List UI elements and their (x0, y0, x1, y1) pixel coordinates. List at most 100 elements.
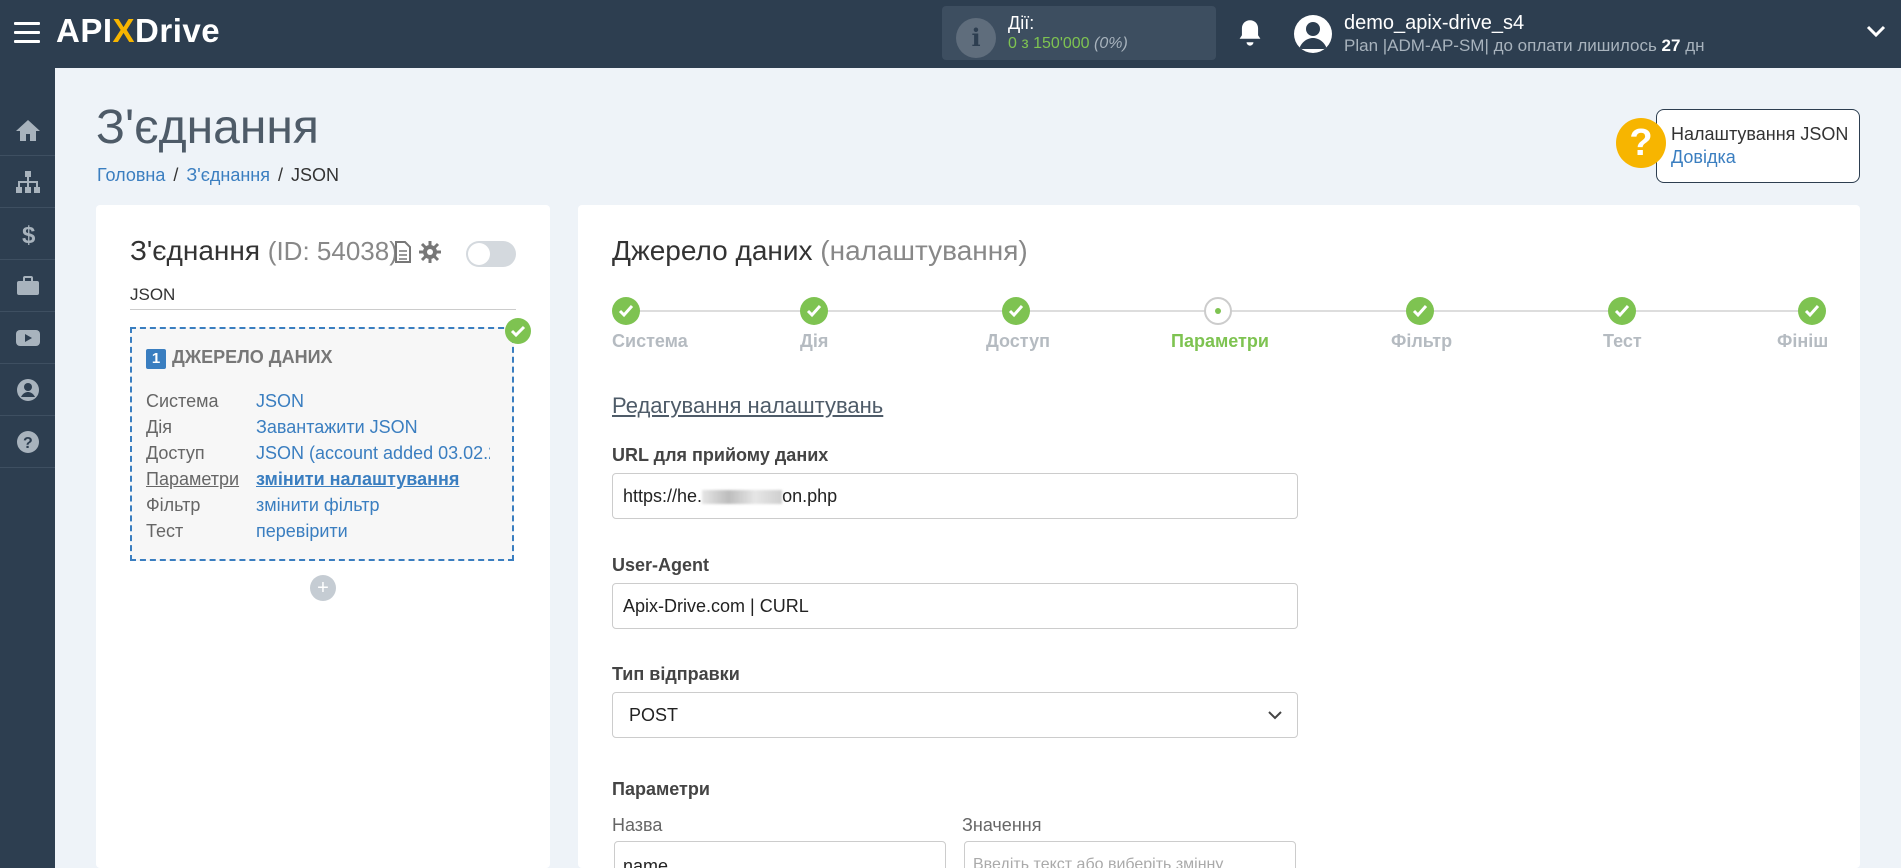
sidebar-item-help[interactable]: ? (0, 416, 55, 468)
top-bar: APIXDrive i Дії: 0 з 150'000 (0%) demo_a… (0, 0, 1901, 68)
logo-text-right: Drive (135, 12, 221, 49)
menu-icon[interactable] (14, 22, 40, 44)
row-key: Дія (146, 417, 172, 437)
param-name-label: Назва (612, 815, 663, 835)
sidebar-item-connections[interactable] (0, 156, 55, 208)
actions-count-value: 0 з 150'000 (1008, 35, 1090, 52)
info-icon: i (956, 18, 996, 58)
send-type-label: Тип відправки (612, 664, 740, 684)
row-value[interactable]: JSON (account added 03.02.2 (256, 443, 490, 464)
url-label: URL для прийому даних (612, 445, 829, 465)
settings-title-suffix: (налаштування) (820, 235, 1028, 266)
row-value[interactable]: змінити налаштування (256, 469, 490, 490)
step-label-params[interactable]: Параметри (1171, 331, 1269, 352)
sidebar-item-video[interactable] (0, 312, 55, 364)
step-dot-test[interactable] (1608, 297, 1636, 325)
bell-icon[interactable] (1236, 18, 1264, 48)
url-input[interactable]: https://he. on.php (612, 473, 1298, 519)
row-value[interactable]: Завантажити JSON (256, 417, 490, 438)
logo-text-left: API (56, 12, 113, 49)
param-name-input[interactable]: name (614, 841, 946, 868)
sidebar-item-billing[interactable]: $ (0, 208, 55, 260)
chevron-down-icon[interactable] (1866, 24, 1886, 38)
breadcrumb-separator: / (173, 165, 179, 185)
breadcrumb-connections[interactable]: З'єднання (186, 165, 270, 185)
row-value[interactable]: JSON (256, 391, 490, 412)
document-icon[interactable] (394, 241, 412, 263)
actions-count: 0 з 150'000 (0%) (1008, 35, 1128, 53)
home-icon (16, 120, 40, 141)
check-icon (1614, 305, 1630, 318)
user-name[interactable]: demo_apix-drive_s4 (1344, 12, 1524, 35)
check-icon (1008, 305, 1024, 318)
page-title: З'єднання (96, 101, 319, 154)
avatar[interactable] (1294, 15, 1332, 53)
actions-counter[interactable]: i Дії: 0 з 150'000 (0%) (942, 6, 1216, 60)
help-link[interactable]: Довідка (1671, 147, 1736, 168)
connection-title-text: З'єднання (130, 235, 261, 266)
step-dot-finish[interactable] (1798, 297, 1826, 325)
step-dot-filter[interactable] (1406, 297, 1434, 325)
send-type-select[interactable]: POST (612, 692, 1298, 738)
user-plan: Plan |ADM-AP-SM| до оплати лишилось 27 д… (1344, 36, 1705, 56)
url-value-end: on.php (782, 486, 838, 506)
step-label-test[interactable]: Тест (1603, 331, 1642, 352)
connection-name[interactable]: JSON (130, 285, 516, 310)
sidebar-item-home[interactable] (0, 104, 55, 156)
plan-prefix: Plan |ADM-AP-SM| до оплати лишилось (1344, 36, 1662, 55)
user-agent-label: User-Agent (612, 555, 710, 575)
user-icon (17, 379, 39, 401)
data-source-block[interactable]: 1 ДЖЕРЕЛО ДАНИХ Система JSON Дія Завантажит… (130, 327, 514, 561)
breadcrumb: Головна / З'єднання / JSON (97, 165, 339, 186)
step-dot-access[interactable] (1002, 297, 1030, 325)
step-dot-system[interactable] (612, 297, 640, 325)
source-number-badge: 1 (146, 349, 166, 369)
check-circle-icon (505, 318, 531, 344)
settings-card: Джерело даних (налаштування) Система Дія… (578, 205, 1860, 868)
question-icon[interactable]: ? (1616, 118, 1666, 168)
user-agent-input[interactable]: Apix-Drive.com | CURL (612, 583, 1298, 629)
breadcrumb-home[interactable]: Головна (97, 165, 165, 185)
sidebar-item-account[interactable] (0, 364, 55, 416)
settings-title: Джерело даних (налаштування) (612, 235, 1028, 267)
step-dot-params[interactable] (1204, 297, 1232, 325)
step-label-system[interactable]: Система (612, 331, 688, 352)
add-block-button[interactable]: + (310, 575, 336, 601)
send-type-value: POST (629, 705, 679, 725)
briefcase-icon (17, 276, 39, 295)
param-value-input[interactable]: Введіть текст або виберіть змінну (964, 841, 1296, 868)
check-icon (1804, 305, 1820, 318)
check-icon (1412, 305, 1428, 318)
breadcrumb-current: JSON (291, 165, 340, 185)
gear-icon[interactable] (418, 240, 442, 264)
step-label-access[interactable]: Доступ (986, 331, 1050, 352)
check-icon (618, 305, 634, 318)
logo[interactable]: APIXDrive (56, 12, 220, 50)
actions-label: Дії: (1008, 13, 1035, 33)
row-key: Доступ (146, 443, 205, 463)
plan-suffix: дн (1680, 36, 1705, 55)
source-header-text: ДЖЕРЕЛО ДАНИХ (172, 347, 333, 367)
row-value[interactable]: змінити фільтр (256, 495, 490, 516)
connection-card: З'єднання (ID: 54038) JSON 1 ДЖЕРЕЛО ДАНИ… (96, 205, 550, 868)
row-key: Фільтр (146, 495, 201, 515)
settings-title-text: Джерело даних (612, 235, 813, 266)
section-title: Редагування налаштувань (612, 393, 884, 418)
help-box[interactable]: Налаштування JSON Довідка (1656, 109, 1860, 183)
step-label-filter[interactable]: Фільтр (1391, 331, 1452, 352)
sidebar-item-services[interactable] (0, 260, 55, 312)
connection-toggle[interactable] (466, 241, 516, 267)
connection-id: (ID: 54038) (267, 236, 398, 266)
row-key: Параметри (146, 469, 240, 489)
step-dot-action[interactable] (800, 297, 828, 325)
help-icon: ? (17, 431, 39, 453)
help-title: Налаштування JSON (1671, 124, 1849, 144)
breadcrumb-separator: / (277, 165, 283, 185)
step-label-action[interactable]: Дія (800, 331, 828, 352)
chevron-down-icon (1268, 711, 1282, 720)
check-icon (806, 305, 822, 318)
youtube-icon (16, 330, 40, 346)
url-value-start: https://he. (623, 486, 703, 506)
step-label-finish[interactable]: Фініш (1777, 331, 1828, 352)
row-value[interactable]: перевірити (256, 521, 490, 542)
